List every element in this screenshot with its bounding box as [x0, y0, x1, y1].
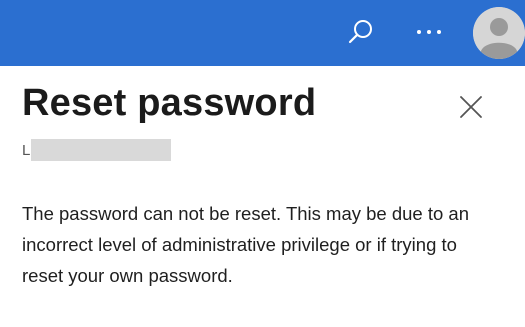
user-identifier: L — [22, 139, 172, 161]
user-avatar-icon — [473, 7, 525, 59]
panel-title: Reset password — [22, 82, 317, 124]
user-identifier-prefix: L — [22, 141, 31, 159]
error-message: The password can not be reset. This may … — [22, 203, 469, 286]
more-options-button[interactable] — [408, 11, 450, 53]
top-bar — [0, 0, 525, 66]
search-button[interactable] — [340, 11, 382, 53]
close-button[interactable] — [456, 92, 486, 122]
user-avatar-button[interactable] — [473, 7, 525, 59]
search-icon — [348, 20, 372, 44]
more-horizontal-icon — [417, 30, 441, 34]
redacted-user-name — [31, 139, 172, 161]
close-icon — [460, 96, 482, 118]
